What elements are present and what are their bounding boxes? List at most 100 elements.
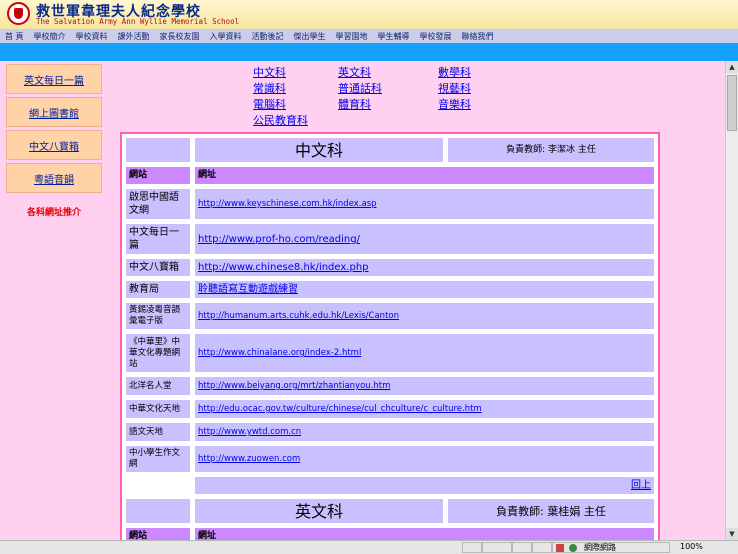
site-name: 教育局 [125,280,191,299]
links-table: 中文科 負責教師: 李潔冰 主任 網站 網址 啟思中國語文網 http://ww… [122,134,658,540]
nav-home[interactable]: 首 頁 [0,31,29,42]
site-link[interactable]: http://www.prof-ho.com/reading/ [198,234,360,245]
nav-admission[interactable]: 入學資料 [205,31,247,42]
nav-outstanding-students[interactable]: 傑出學生 [289,31,331,42]
nav-learning-corner[interactable]: 學習園地 [331,31,373,42]
nav-activity-review[interactable]: 活動後記 [247,31,289,42]
table-cell [125,498,191,524]
subject-link-putonghua[interactable]: 普通話科 [338,80,382,96]
vertical-scrollbar[interactable]: ▲ ▼ [725,61,738,540]
subject-links: 中文科 英文科 數學科 常識科 普通話科 視藝科 電腦科 體育科 音樂科 公民教… [253,64,553,128]
subject-link-math[interactable]: 數學科 [438,64,471,80]
table-row: 中華文化天地 http://edu.ocac.gov.tw/culture/ch… [125,399,655,419]
table-row: 中文八寶箱 http://www.chinese8.hk/index.php [125,258,655,277]
internet-zone-globe-icon [569,544,577,552]
table-row: 黃錫凌粵音韻彙電子版 http://humanum.arts.cuhk.edu.… [125,302,655,330]
zoom-level[interactable]: 100% [680,542,703,551]
nav-school-info[interactable]: 學校資料 [71,31,113,42]
table-cell: http://edu.ocac.gov.tw/culture/chinese/c… [194,399,655,419]
table-cell [125,476,191,495]
scroll-up-arrow-icon[interactable]: ▲ [726,61,738,73]
nav-parents-alumni[interactable]: 家長校友園 [155,31,205,42]
table-row: 北洋名人堂 http://www.beiyang.org/mrt/zhantia… [125,376,655,396]
scroll-down-arrow-icon[interactable]: ▼ [726,528,738,540]
site-name: 中小學生作文網 [125,445,191,473]
sidebar-item-cantonese-phonology[interactable]: 粵語音韻 [6,163,102,193]
column-header-site: 網站 [125,527,191,540]
table-cell: http://www.prof-ho.com/reading/ [194,223,655,255]
site-link[interactable]: http://www.keyschinese.com.hk/index.asp [198,199,377,209]
chinese-section-title: 中文科 [194,137,444,163]
site-name: 黃錫凌粵音韻彙電子版 [125,302,191,330]
site-link[interactable]: http://www.zuowen.com [198,454,300,464]
table-row: 教育局 聆聽語寫互動遊戲練習 [125,280,655,299]
site-name: 語文天地 [125,422,191,442]
sidebar-item-label[interactable]: 粵語音韻 [34,171,74,186]
subject-link-english[interactable]: 英文科 [338,64,371,80]
nav-student-guidance[interactable]: 學生輔導 [373,31,415,42]
site-name: 《中華里》中華文化專題網站 [125,333,191,373]
status-cell [482,542,512,553]
table-cell [125,137,191,163]
table-row: 啟思中國語文網 http://www.keyschinese.com.hk/in… [125,188,655,220]
subject-link-visual-arts[interactable]: 視藝科 [438,80,471,96]
back-to-top-link[interactable]: 回上 [631,480,651,491]
sidebar-item-subject-links-current: 各科網址推介 [6,196,102,226]
subject-link-chinese[interactable]: 中文科 [253,64,286,80]
site-name: 中華文化天地 [125,399,191,419]
nav-school-development[interactable]: 學校發展 [415,31,457,42]
status-cell [532,542,552,553]
subject-link-pe[interactable]: 體育科 [338,96,371,112]
site-link[interactable]: http://www.beiyang.org/mrt/zhantianyou.h… [198,381,390,391]
sidebar-item-label[interactable]: 英文每日一篇 [24,72,84,87]
sidebar-item-label: 各科網址推介 [26,207,81,218]
table-cell: http://www.keyschinese.com.hk/index.asp [194,188,655,220]
back-to-top-row: 回上 [125,476,655,495]
site-link[interactable]: http://www.ywtd.com.cn [198,427,301,437]
site-link[interactable]: http://humanum.arts.cuhk.edu.hk/Lexis/Ca… [198,311,399,321]
site-name: 中文每日一篇 [125,223,191,255]
nav-school-intro[interactable]: 學校簡介 [29,31,71,42]
subject-link-civic-education[interactable]: 公民教育科 [253,112,308,128]
site-name: 啟思中國語文網 [125,188,191,220]
security-zone-label: 網際網路 [584,543,616,552]
table-cell: http://www.zuowen.com [194,445,655,473]
scrollbar-thumb[interactable] [727,75,737,131]
column-header-site: 網站 [125,166,191,185]
site-name: 北洋名人堂 [125,376,191,396]
nav-contact-us[interactable]: 聯絡我們 [457,31,499,42]
main-content: 中文科 英文科 數學科 常識科 普通話科 視藝科 電腦科 體育科 音樂科 公民教… [108,61,725,540]
sidebar-item-label[interactable]: 網上圖書館 [29,105,79,120]
status-cell [512,542,532,553]
table-row: 中文每日一篇 http://www.prof-ho.com/reading/ [125,223,655,255]
column-header-url: 網址 [194,527,655,540]
table-row: 中小學生作文網 http://www.zuowen.com [125,445,655,473]
nav-extracurricular[interactable]: 課外活動 [113,31,155,42]
table-row: 語文天地 http://www.ywtd.com.cn [125,422,655,442]
site-link[interactable]: http://edu.ocac.gov.tw/culture/chinese/c… [198,404,482,414]
blue-banner-bar [0,43,738,61]
table-header-row: 網站 網址 [125,166,655,185]
school-header: 救世軍韋理夫人紀念學校 The Salvation Army Ann Wylli… [0,0,738,30]
table-cell: 回上 [194,476,655,495]
subject-link-general-studies[interactable]: 常識科 [253,80,286,96]
sidebar-item-english-daily[interactable]: 英文每日一篇 [6,64,102,94]
site-link[interactable]: http://www.chinalane.org/index-2.html [198,348,361,358]
school-name-english: The Salvation Army Ann Wyllie Memorial S… [36,17,240,26]
sidebar-item-online-library[interactable]: 網上圖書館 [6,97,102,127]
subject-links-table: 中文科 負責教師: 李潔冰 主任 網站 網址 啟思中國語文網 http://ww… [120,132,660,540]
table-cell: http://www.chinalane.org/index-2.html [194,333,655,373]
sidebar-item-label[interactable]: 中文八寶箱 [29,138,79,153]
sidebar-item-chinese-treasure-box[interactable]: 中文八寶箱 [6,130,102,160]
site-link[interactable]: 聆聽語寫互動遊戲練習 [198,284,298,295]
salvation-army-logo-icon [7,2,30,25]
subject-link-computer[interactable]: 電腦科 [253,96,286,112]
column-header-url: 網址 [194,166,655,185]
subject-link-music[interactable]: 音樂科 [438,96,471,112]
table-cell: http://www.chinese8.hk/index.php [194,258,655,277]
english-teacher: 負責教師: 葉桂娟 主任 [447,498,655,524]
site-link[interactable]: http://www.chinese8.hk/index.php [198,262,369,273]
popup-blocked-icon[interactable] [556,544,564,552]
site-name: 中文八寶箱 [125,258,191,277]
table-header-row: 網站 網址 [125,527,655,540]
